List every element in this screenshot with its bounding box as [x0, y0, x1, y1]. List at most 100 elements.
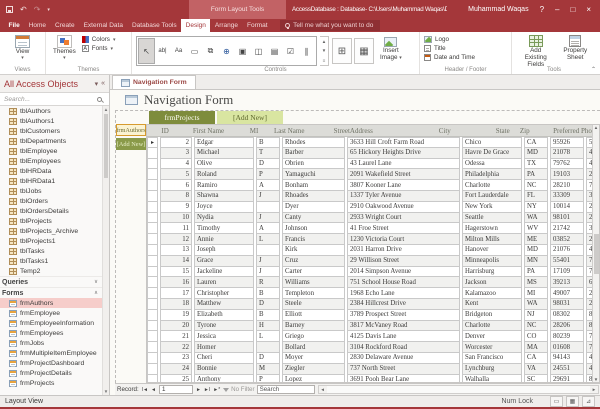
cell[interactable]: Kent	[462, 299, 522, 310]
cell[interactable]: NC	[524, 321, 548, 332]
cell[interactable]: Edgar	[194, 137, 254, 148]
sidebar-item-frmemployee[interactable]: frmEmployee	[0, 308, 102, 318]
cell[interactable]	[256, 342, 280, 353]
nav-tab-add-new-left[interactable]: [Add New]	[116, 138, 146, 150]
cell[interactable]: Milton Mills	[462, 234, 522, 245]
cell[interactable]: P	[256, 375, 280, 382]
cell[interactable]: Joseph	[194, 245, 254, 256]
column-header-mi[interactable]: MI	[248, 127, 270, 135]
cell[interactable]: 79762	[550, 159, 584, 170]
cell[interactable]: New York	[462, 202, 522, 213]
cell[interactable]: Tyrone	[194, 321, 254, 332]
tab-database-tools[interactable]: Database Tools	[127, 19, 181, 32]
previous-record-button[interactable]: ◄	[150, 387, 157, 393]
cell[interactable]: 737 North Street	[347, 364, 460, 375]
cell[interactable]: 08302	[550, 310, 584, 321]
cell[interactable]: 98031	[550, 299, 584, 310]
cell[interactable]: Charlotte	[462, 180, 522, 191]
cell[interactable]: 13	[160, 245, 192, 256]
cell[interactable]: 33309	[550, 191, 584, 202]
sidebar-item-tblemployee[interactable]: tblEmployee	[0, 146, 102, 156]
cell[interactable]: 1968 Echo Lane	[347, 288, 460, 299]
cell[interactable]: 4125 Davis Lane	[347, 331, 460, 342]
redo-icon[interactable]: ↷	[34, 5, 41, 14]
cell[interactable]: 1230 Victoria Court	[347, 234, 460, 245]
cell[interactable]: Denver	[462, 331, 522, 342]
cell[interactable]: 6	[160, 180, 192, 191]
cell[interactable]: R	[256, 277, 280, 288]
cell[interactable]: J	[256, 213, 280, 224]
record-selector[interactable]	[147, 375, 158, 382]
sidebar-item-frmauthors[interactable]: frmAuthors	[0, 298, 102, 308]
record-selector[interactable]	[147, 180, 158, 191]
cell[interactable]: 43 Laurel Lane	[347, 159, 460, 170]
next-record-button[interactable]: ►	[195, 387, 202, 393]
cell[interactable]: WV	[524, 223, 548, 234]
cell[interactable]: 11	[160, 223, 192, 234]
cell[interactable]: Jackson	[462, 277, 522, 288]
sidebar-item-tbltasks[interactable]: tblTasks	[0, 246, 102, 256]
cell[interactable]: Christopher	[194, 288, 254, 299]
logo-button[interactable]: Logo	[424, 36, 475, 43]
title-button[interactable]: Title	[424, 45, 475, 52]
cell[interactable]	[256, 202, 280, 213]
cell[interactable]: 18	[160, 299, 192, 310]
record-selector[interactable]	[147, 234, 158, 245]
cell[interactable]: NJ	[524, 310, 548, 321]
gallery-more-icon[interactable]: ≡	[320, 56, 328, 65]
sidebar-item-frmprojectdetails[interactable]: frmProjectDetails	[0, 368, 102, 378]
themes-button[interactable]: Themes ▾	[50, 34, 79, 63]
cell[interactable]: Bridgeton	[462, 310, 522, 321]
scroll-up-icon[interactable]: ▲	[594, 125, 598, 130]
cell[interactable]: M	[256, 364, 280, 375]
cell[interactable]: P	[256, 169, 280, 180]
cell[interactable]: 21	[160, 331, 192, 342]
new-record-button[interactable]: ►*	[212, 387, 221, 393]
cell[interactable]: 24	[160, 364, 192, 375]
cell[interactable]: 5	[160, 169, 192, 180]
text-box-icon[interactable]: ab|	[155, 39, 170, 63]
column-header-last-name[interactable]: Last Name	[272, 127, 330, 135]
cell[interactable]: J	[256, 191, 280, 202]
record-selector[interactable]	[147, 310, 158, 321]
cell[interactable]: Carter	[282, 267, 345, 278]
cell[interactable]: 39213	[550, 277, 584, 288]
datasheet-view-button[interactable]: ▦	[566, 396, 579, 407]
cell[interactable]: TX	[524, 159, 548, 170]
cell[interactable]: 10014	[550, 202, 584, 213]
cell[interactable]: Rhoades	[282, 191, 345, 202]
cell[interactable]: ME	[524, 234, 548, 245]
cell[interactable]: 28210	[550, 180, 584, 191]
option-group-icon[interactable]: ⊞	[332, 38, 352, 64]
cell[interactable]: 10	[160, 213, 192, 224]
cell[interactable]: Roland	[194, 169, 254, 180]
cell[interactable]: Anthony	[194, 375, 254, 382]
cell[interactable]: 3691 Pooh Bear Lane	[347, 375, 460, 382]
cell[interactable]: 12	[160, 234, 192, 245]
cell[interactable]: 94143	[550, 353, 584, 364]
cell[interactable]: D	[256, 299, 280, 310]
record-selector[interactable]	[147, 321, 158, 332]
cell[interactable]: Harrisburg	[462, 267, 522, 278]
web-browser-control-icon[interactable]: ▣	[235, 39, 250, 63]
cell[interactable]: Templeton	[282, 288, 345, 299]
cell[interactable]: CA	[524, 353, 548, 364]
cell[interactable]: 17109	[550, 267, 584, 278]
sidebar-group-forms[interactable]: Forms ∧	[0, 287, 102, 298]
sidebar-item-tblhrdata1[interactable]: tblHRData1	[0, 176, 102, 186]
hyperlink-icon[interactable]: ⊕	[219, 39, 234, 63]
cell[interactable]: 49007	[550, 288, 584, 299]
cell[interactable]: 29691	[550, 375, 584, 382]
cell[interactable]: Joyce	[194, 202, 254, 213]
command-button-icon[interactable]: ▭	[187, 39, 202, 63]
save-icon[interactable]	[6, 6, 13, 13]
cell[interactable]: Bonham	[282, 180, 345, 191]
sidebar-item-tblprojects1[interactable]: tblProjects1	[0, 236, 102, 246]
cell[interactable]: 55401	[550, 256, 584, 267]
record-selector[interactable]	[147, 202, 158, 213]
cell[interactable]: 98101	[550, 213, 584, 224]
cell[interactable]: MA	[524, 342, 548, 353]
sidebar-item-tblprojects[interactable]: tblProjects	[0, 216, 102, 226]
sidebar-item-tblauthors[interactable]: tblAuthors	[0, 106, 102, 116]
cell[interactable]: A	[256, 223, 280, 234]
